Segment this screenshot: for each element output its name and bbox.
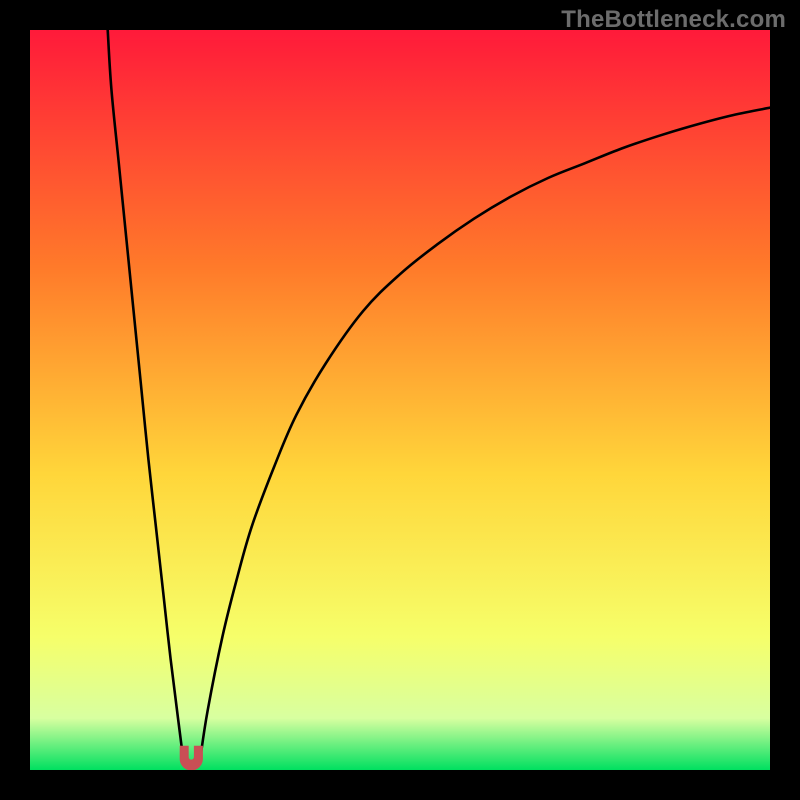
watermark-text: TheBottleneck.com xyxy=(561,6,786,34)
gradient-background xyxy=(30,30,770,770)
chart-svg xyxy=(30,30,770,770)
plot-area xyxy=(30,30,770,770)
chart-frame: TheBottleneck.com xyxy=(0,0,800,800)
